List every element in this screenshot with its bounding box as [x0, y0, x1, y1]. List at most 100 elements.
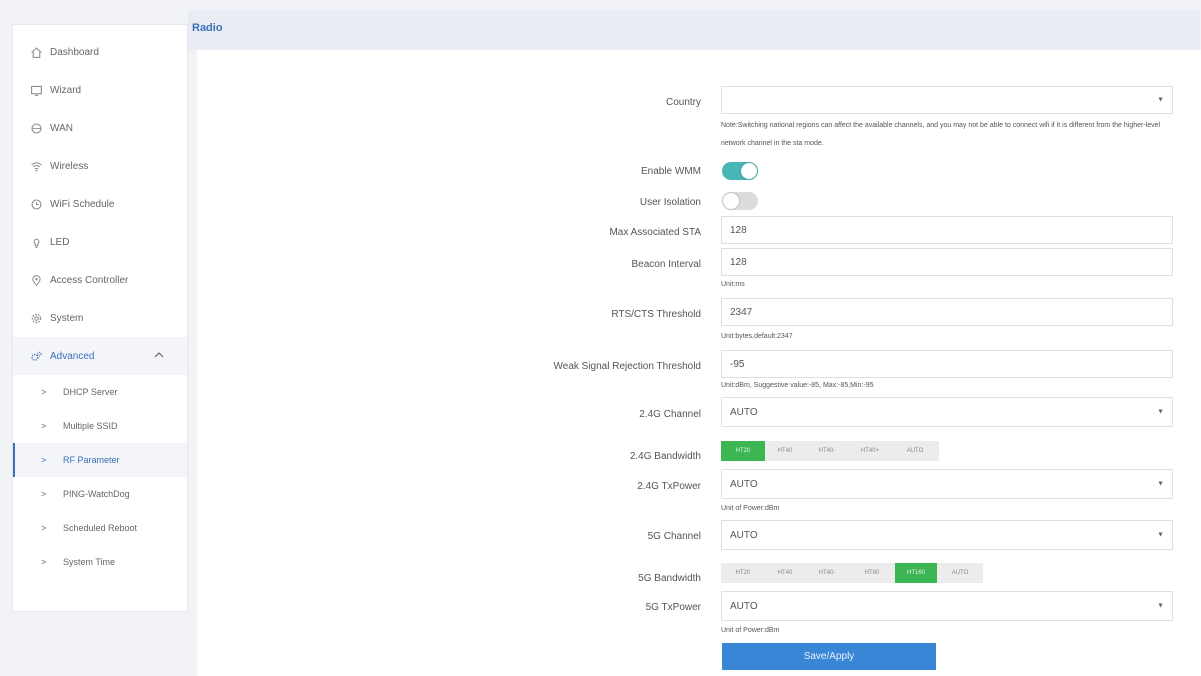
sidebar-subitem-label: System Time	[63, 557, 116, 567]
beacon-interval-label: Beacon Interval	[631, 259, 702, 270]
bulb-icon	[28, 234, 44, 250]
weak-signal-label: Weak Signal Rejection Threshold	[553, 361, 702, 372]
sidebar-item-advanced[interactable]: Advanced	[13, 337, 187, 375]
bandwidth-5g-label: 5G Bandwidth	[638, 573, 701, 584]
sidebar-item-wan[interactable]: WAN	[13, 109, 187, 147]
bandwidth-24g-selector: HT20 HT40 HT40- HT40+ AUTO	[721, 441, 939, 461]
channel-5g-select[interactable]: AUTO ▼	[721, 520, 1173, 550]
sidebar-item-wifi-schedule[interactable]: WiFi Schedule	[13, 185, 187, 223]
gears-icon	[28, 348, 44, 364]
home-icon	[28, 44, 44, 60]
page-header: Radio	[188, 10, 1200, 50]
bandwidth-5g-option[interactable]: HT160	[895, 563, 937, 583]
caret-down-icon: ▼	[1157, 96, 1164, 104]
save-apply-button[interactable]: Save/Apply	[722, 643, 936, 670]
bandwidth-24g-option[interactable]: HT20	[721, 441, 765, 461]
toggle-knob	[723, 193, 739, 209]
chevron-up-icon[interactable]	[153, 350, 165, 360]
wifi-icon	[28, 158, 44, 174]
sidebar-item-wizard[interactable]: Wizard	[13, 71, 187, 109]
caret-down-icon: ▼	[1157, 480, 1164, 488]
sidebar: Dashboard Wizard WAN Wireless WiFi Sched…	[12, 24, 188, 612]
chevron-right-icon: >	[41, 455, 47, 465]
bandwidth-24g-option[interactable]: HT40-	[805, 441, 849, 461]
chevron-right-icon: >	[41, 523, 47, 533]
txpower-5g-hint: Unit of Power:dBm	[721, 627, 780, 634]
user-isolation-label: User Isolation	[639, 197, 701, 208]
txpower-24g-label: 2.4G TxPower	[637, 481, 701, 492]
enable-wmm-toggle[interactable]	[722, 162, 758, 180]
bandwidth-24g-option[interactable]: AUTO	[891, 441, 939, 461]
sidebar-item-led[interactable]: LED	[13, 223, 187, 261]
txpower-5g-select[interactable]: AUTO ▼	[721, 591, 1173, 621]
txpower-24g-value: AUTO	[730, 478, 758, 490]
sidebar-subitem-ping-watchdog[interactable]: > PING-WatchDog	[13, 477, 187, 511]
chevron-right-icon: >	[41, 557, 47, 567]
bandwidth-5g-option[interactable]: HT40	[765, 563, 805, 583]
bandwidth-24g-label: 2.4G Bandwidth	[629, 451, 701, 462]
sidebar-subitem-label: DHCP Server	[63, 387, 118, 397]
page-title: Radio	[192, 22, 223, 34]
channel-24g-value: AUTO	[730, 406, 758, 418]
channel-5g-label: 5G Channel	[647, 531, 701, 542]
caret-down-icon: ▼	[1157, 531, 1164, 539]
location-pin-icon	[28, 272, 44, 288]
sidebar-item-label: Access Controller	[50, 274, 129, 286]
weak-signal-value: -95	[730, 358, 745, 370]
chevron-right-icon: >	[41, 489, 47, 499]
sidebar-item-label: LED	[50, 236, 70, 248]
toggle-knob	[741, 163, 757, 179]
chevron-right-icon: >	[41, 387, 47, 397]
bandwidth-5g-option[interactable]: HT20	[721, 563, 765, 583]
weak-signal-input[interactable]: -95	[721, 350, 1173, 378]
sidebar-subitem-label: PING-WatchDog	[63, 489, 130, 499]
max-sta-input[interactable]: 128	[721, 216, 1173, 244]
sidebar-subitem-multiple-ssid[interactable]: > Multiple SSID	[13, 409, 187, 443]
sidebar-item-label: Dashboard	[50, 46, 99, 58]
sidebar-subitem-label: Scheduled Reboot	[63, 523, 138, 533]
clock-icon	[28, 196, 44, 212]
sidebar-item-label: Wireless	[50, 160, 89, 172]
beacon-interval-hint: Unit:ms	[721, 281, 745, 288]
weak-signal-hint: Unit:dBm, Suggestive value:-85, Max:-85,…	[721, 382, 874, 389]
bandwidth-5g-option[interactable]: AUTO	[937, 563, 983, 583]
bandwidth-5g-option[interactable]: HT40-	[805, 563, 849, 583]
txpower-24g-select[interactable]: AUTO ▼	[721, 469, 1173, 499]
sidebar-item-wireless[interactable]: Wireless	[13, 147, 187, 185]
caret-down-icon: ▼	[1157, 602, 1164, 610]
globe-icon	[28, 120, 44, 136]
user-isolation-toggle[interactable]	[722, 192, 758, 210]
sidebar-item-label: Wizard	[50, 84, 82, 96]
gear-icon	[28, 310, 44, 326]
sidebar-item-system[interactable]: System	[13, 299, 187, 337]
beacon-interval-input[interactable]: 128	[721, 248, 1173, 276]
max-sta-value: 128	[730, 224, 747, 236]
beacon-interval-value: 128	[730, 256, 747, 268]
rts-cts-value: 2347	[730, 306, 753, 318]
sidebar-item-access-controller[interactable]: Access Controller	[13, 261, 187, 299]
sidebar-subitem-label: RF Parameter	[63, 455, 120, 465]
chevron-right-icon: >	[41, 421, 47, 431]
sidebar-subitem-dhcp-server[interactable]: > DHCP Server	[13, 375, 187, 409]
txpower-24g-hint: Unit of Power:dBm	[721, 505, 780, 512]
bandwidth-24g-option[interactable]: HT40+	[849, 441, 891, 461]
sidebar-item-dashboard[interactable]: Dashboard	[13, 33, 187, 71]
rts-cts-hint: Unit:bytes,default:2347	[721, 333, 793, 340]
bandwidth-5g-option[interactable]: HT80	[849, 563, 895, 583]
channel-24g-label: 2.4G Channel	[639, 409, 701, 420]
sidebar-item-label: WiFi Schedule	[50, 198, 115, 210]
max-sta-label: Max Associated STA	[609, 227, 701, 238]
txpower-5g-label: 5G TxPower	[645, 602, 701, 613]
bandwidth-24g-option[interactable]: HT40	[765, 441, 805, 461]
sidebar-item-label: WAN	[50, 122, 73, 134]
rts-cts-input[interactable]: 2347	[721, 298, 1173, 326]
sidebar-item-label: System	[50, 312, 84, 324]
channel-24g-select[interactable]: AUTO ▼	[721, 397, 1173, 427]
sidebar-subitem-scheduled-reboot[interactable]: > Scheduled Reboot	[13, 511, 187, 545]
sidebar-subitem-system-time[interactable]: > System Time	[13, 545, 187, 579]
txpower-5g-value: AUTO	[730, 600, 758, 612]
bandwidth-5g-selector: HT20 HT40 HT40- HT80 HT160 AUTO	[721, 563, 983, 583]
sidebar-subitem-rf-parameter[interactable]: > RF Parameter	[13, 443, 187, 477]
sidebar-item-label: Advanced	[50, 350, 95, 362]
country-select[interactable]: ▼	[721, 86, 1173, 114]
